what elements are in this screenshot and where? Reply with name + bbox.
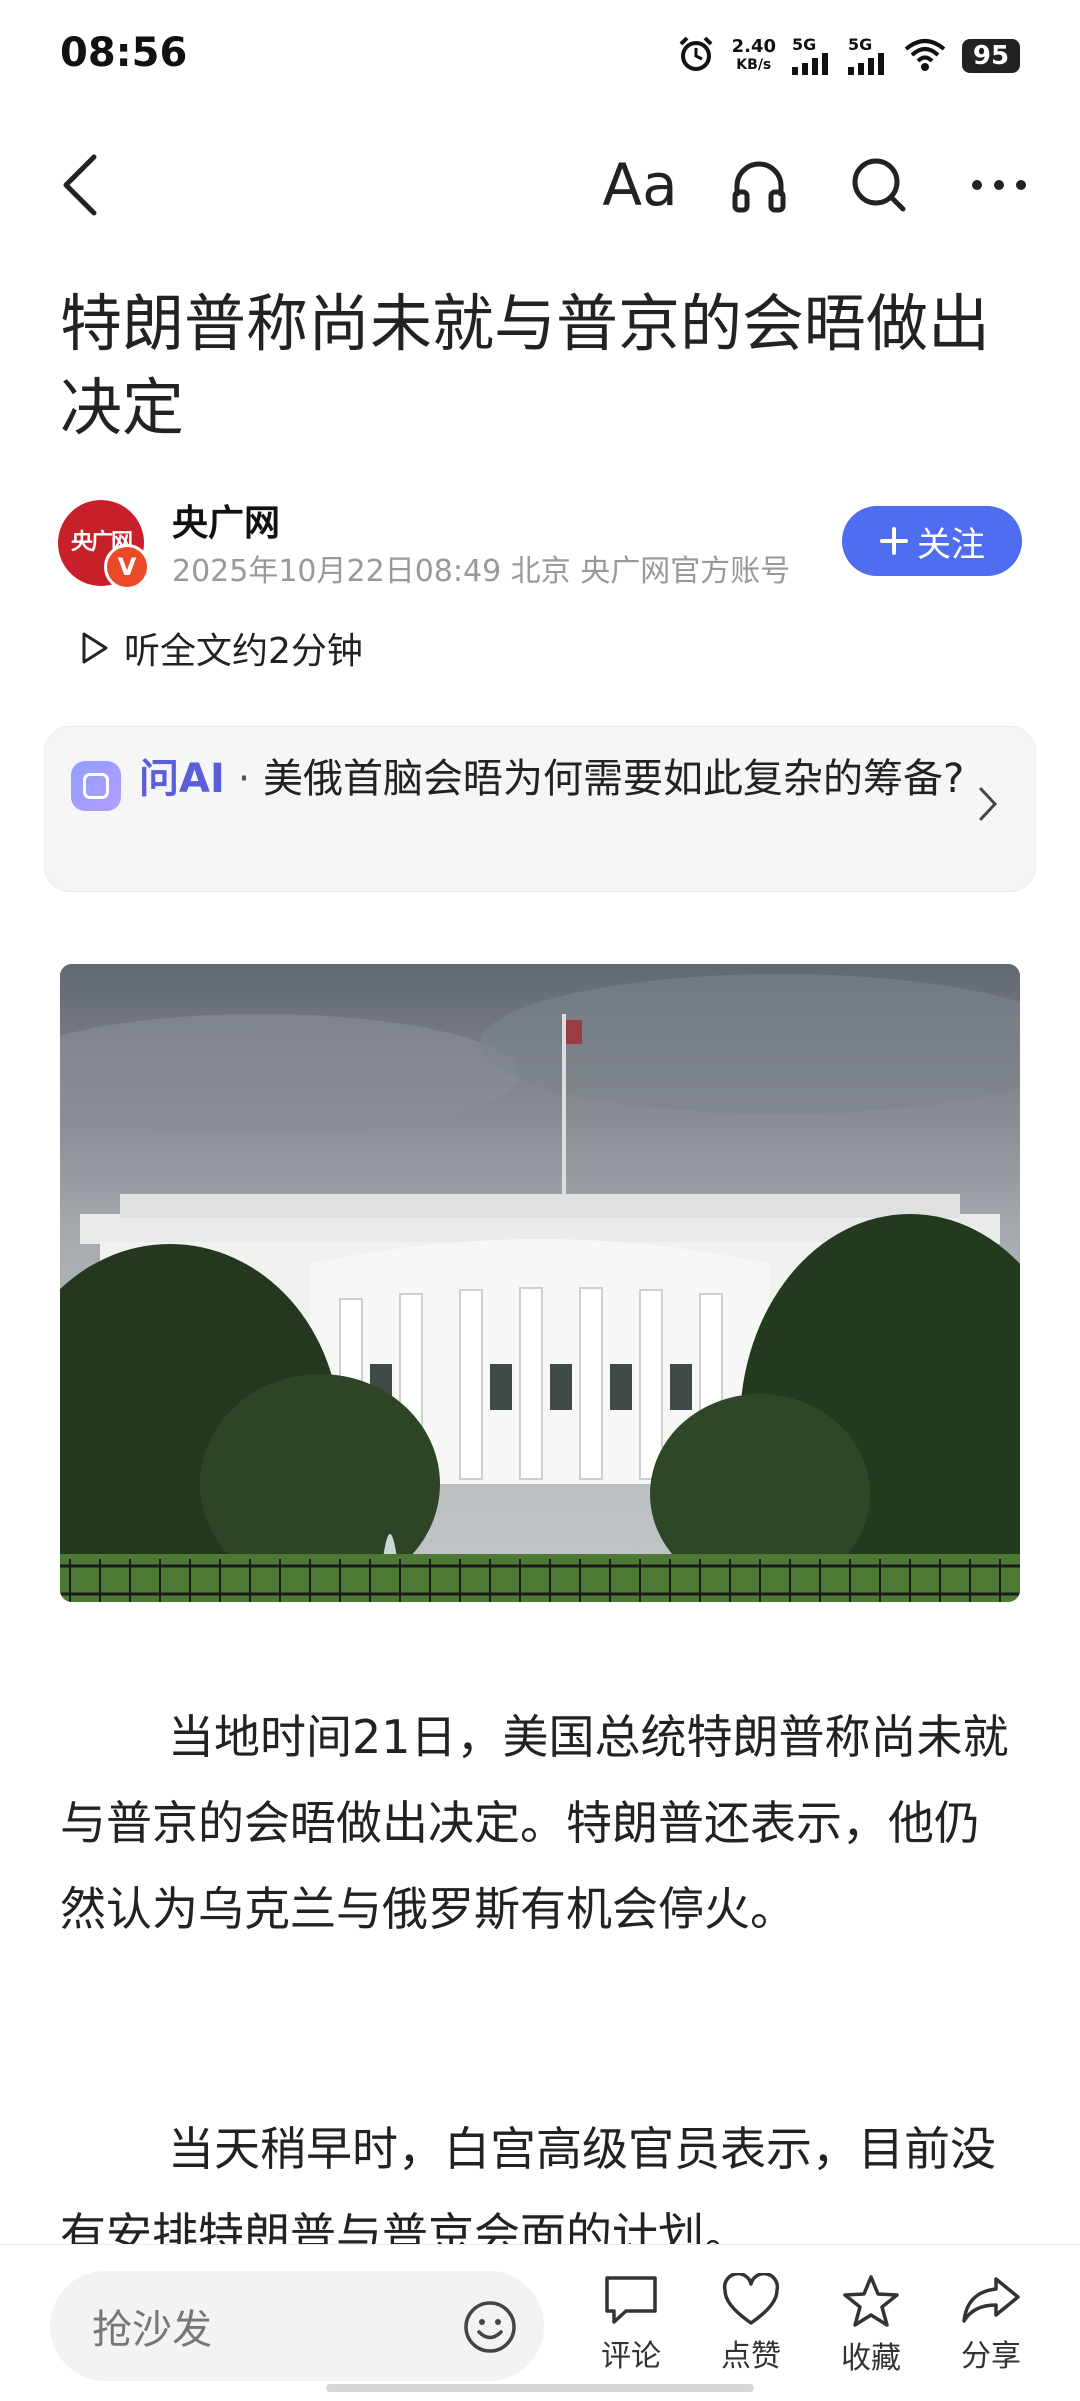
verified-badge: V — [104, 544, 150, 590]
share-label: 分享 — [961, 2339, 1021, 2374]
favorite-button[interactable]: 收藏 — [816, 2273, 926, 2377]
back-button[interactable] — [50, 150, 110, 220]
listen-label: 听全文约2分钟 — [124, 631, 363, 672]
follow-label: 关注 — [917, 524, 985, 565]
headphones-icon — [732, 161, 786, 213]
bottom-action-bar: 抢沙发 评论 点赞 收藏 分享 — [0, 2244, 1080, 2401]
status-time: 08:56 — [60, 30, 188, 76]
home-indicator[interactable] — [326, 2384, 754, 2392]
more-button[interactable] — [964, 150, 1034, 220]
battery-indicator: 95 — [962, 39, 1020, 73]
status-icons: 2.40 KB/s 5G 5G 95 — [676, 34, 1020, 78]
share-button[interactable]: 分享 — [936, 2273, 1046, 2375]
follow-button[interactable]: 关注 — [842, 506, 1022, 576]
heart-icon — [722, 2273, 780, 2325]
listen-button[interactable] — [722, 150, 796, 220]
comment-input[interactable]: 抢沙发 — [50, 2271, 544, 2381]
more-dots-icon — [972, 180, 1026, 190]
search-button[interactable] — [842, 150, 916, 220]
favorite-label: 收藏 — [841, 2341, 901, 2376]
signal-sim1: 5G — [792, 37, 832, 75]
ai-question: 美俄首脑会晤为何需要如此复杂的筹备? — [263, 756, 965, 802]
article-image[interactable] — [60, 964, 1020, 1602]
comment-placeholder: 抢沙发 — [92, 2307, 212, 2353]
ai-label: 问AI — [139, 756, 225, 802]
like-label: 点赞 — [721, 2339, 781, 2374]
comment-label: 评论 — [601, 2339, 661, 2374]
listen-full-text[interactable]: 听全文约2分钟 — [80, 622, 363, 674]
comment-button[interactable]: 评论 — [576, 2273, 686, 2375]
comment-icon — [605, 2276, 657, 2324]
signal-bars-icon — [792, 53, 828, 75]
author-name[interactable]: 央广网 — [172, 494, 280, 546]
emoji-icon[interactable] — [462, 2299, 518, 2359]
net-speed-unit: KB/s — [736, 57, 772, 73]
back-arrow-icon — [63, 154, 97, 216]
sim1-label: 5G — [792, 35, 817, 54]
signal-sim2: 5G — [848, 37, 888, 75]
article-meta: 2025年10月22日08:49 北京 央广网官方账号 — [172, 554, 791, 589]
signal-bars-icon — [848, 53, 884, 75]
article-title: 特朗普称尚未就与普京的会晤做出决定 — [60, 287, 991, 444]
net-speed: 2.40 KB/s — [732, 38, 776, 74]
share-arrow-icon — [962, 2277, 1020, 2323]
ai-logo-icon — [71, 761, 121, 811]
like-button[interactable]: 点赞 — [696, 2273, 806, 2375]
font-size-label: Aa — [602, 151, 678, 219]
font-size-button[interactable]: Aa — [600, 150, 680, 220]
star-icon — [843, 2275, 899, 2327]
wifi-icon — [904, 37, 946, 75]
plus-icon — [880, 527, 908, 555]
article-paragraph-1: 当地时间21日，美国总统特朗普称尚未就与普京的会晤做出决定。特朗普还表示，他仍然… — [60, 1710, 1009, 1936]
search-icon — [852, 158, 906, 212]
sim2-label: 5G — [848, 35, 873, 54]
ai-text: 问AI · 美俄首脑会晤为何需要如此复杂的筹备? — [139, 756, 965, 802]
author-avatar[interactable]: 央广网 V — [58, 500, 150, 590]
play-icon — [82, 632, 108, 664]
chevron-right-icon — [977, 785, 999, 827]
ask-ai-card[interactable]: 问AI · 美俄首脑会晤为何需要如此复杂的筹备? — [44, 726, 1036, 892]
net-speed-value: 2.40 — [731, 36, 776, 57]
alarm-icon — [676, 34, 716, 78]
